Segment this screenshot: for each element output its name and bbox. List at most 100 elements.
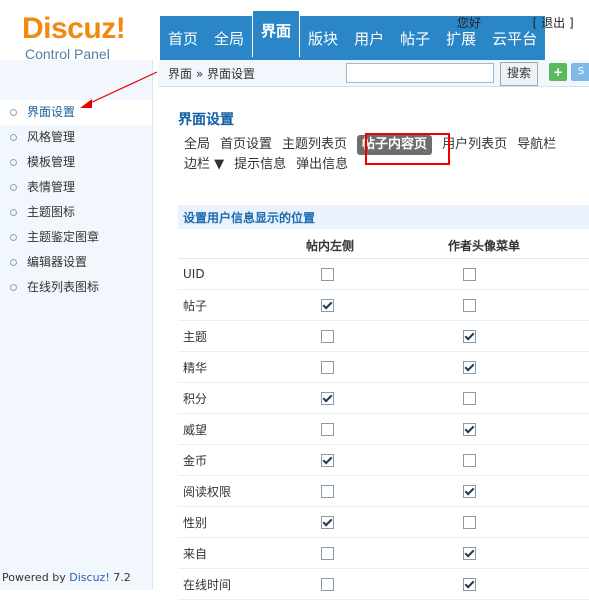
checkbox-left[interactable] [321, 516, 334, 529]
table-header-row: 帖内左侧 作者头像菜单 [178, 232, 589, 259]
checkbox-left[interactable] [321, 361, 334, 374]
nav-tab-4[interactable]: 用户 [346, 22, 392, 56]
row-label: 性别 [178, 506, 305, 538]
add-shortcut-button[interactable]: + [549, 63, 567, 81]
checkbox-menu[interactable] [463, 392, 476, 405]
nav-tab-5[interactable]: 帖子 [392, 22, 438, 56]
sidebar-item-label: 表情管理 [27, 180, 76, 194]
cell-left [305, 289, 447, 321]
bullet-icon [10, 284, 17, 291]
cell-left [305, 258, 447, 290]
sidebar-item-4[interactable]: 主题图标 [0, 200, 152, 225]
cell-left [305, 568, 447, 600]
checkbox-left[interactable] [321, 268, 334, 281]
breadcrumb: 界面 » 界面设置 [168, 67, 255, 81]
options-table: 帖内左侧 作者头像菜单 UID 帖子 主题 精华 积分 威望 金币 阅读权限 性别 来自 在线时间 [178, 232, 589, 600]
checkbox-menu[interactable] [463, 268, 476, 281]
checkbox-menu[interactable] [463, 485, 476, 498]
sidebar-item-1[interactable]: 风格管理 [0, 125, 152, 150]
table-row: 金币 [178, 444, 589, 476]
sidebar-item-label: 在线列表图标 [27, 280, 100, 294]
powered-by: Powered by Discuz! 7.2 [2, 571, 131, 584]
cell-menu [447, 475, 589, 507]
main-content: 界面设置 全局 首页设置 主题列表页 帖子内容页 用户列表页 导航栏边栏 ▼ 提示信息 弹出信… [158, 87, 589, 600]
logout-link[interactable]: [ 退出 ] [533, 16, 574, 30]
sidebar-item-2[interactable]: 模板管理 [0, 150, 152, 175]
checkbox-menu[interactable] [463, 516, 476, 529]
sidebar-item-5[interactable]: 主题鉴定图章 [0, 225, 152, 250]
checkbox-menu[interactable] [463, 330, 476, 343]
checkbox-menu[interactable] [463, 578, 476, 591]
cell-left [305, 475, 447, 507]
subnav-item-4[interactable]: 用户列表页 [442, 135, 507, 155]
subnav-item-8[interactable]: 弹出信息 [296, 155, 348, 175]
sidebar-item-3[interactable]: 表情管理 [0, 175, 152, 200]
subnav-item-7[interactable]: 提示信息 [234, 155, 286, 175]
checkbox-left[interactable] [321, 330, 334, 343]
section-title: 设置用户信息显示的位置 [183, 211, 316, 225]
checkbox-left[interactable] [321, 423, 334, 436]
cell-left [305, 382, 447, 414]
nav-tab-2[interactable]: 界面 [252, 10, 301, 57]
nav-tab-0[interactable]: 首页 [160, 22, 206, 56]
cell-menu [447, 320, 589, 352]
table-row: 来自 [178, 537, 589, 569]
table-row: 性别 [178, 506, 589, 538]
header: Discuz! Control Panel 首页 全局 界面 版块 用户 帖子 扩展 云平台 … [0, 0, 589, 62]
checkbox-menu[interactable] [463, 547, 476, 560]
logo-brand: Discuz! [22, 12, 126, 45]
checkbox-left[interactable] [321, 454, 334, 467]
search-input[interactable] [346, 63, 494, 83]
subnav-item-0[interactable]: 全局 [184, 135, 210, 155]
row-label: 威望 [178, 413, 305, 445]
sidebar-item-label: 界面设置 [27, 105, 76, 119]
checkbox-menu[interactable] [463, 361, 476, 374]
nav-tab-1[interactable]: 全局 [206, 22, 252, 56]
cell-menu [447, 506, 589, 538]
cell-left [305, 413, 447, 445]
subnav-item-6[interactable]: 边栏 ▼ [184, 155, 224, 175]
subnav-item-2[interactable]: 主题列表页 [282, 135, 347, 155]
sidebar-item-0[interactable]: 界面设置 [0, 100, 152, 125]
row-label: 主题 [178, 320, 305, 352]
row-label: 阅读权限 [178, 475, 305, 507]
row-label: 来自 [178, 537, 305, 569]
checkbox-left[interactable] [321, 299, 334, 312]
sidebar-item-label: 模板管理 [27, 155, 76, 169]
checkbox-left[interactable] [321, 485, 334, 498]
powered-version: 7.2 [109, 571, 131, 584]
sidebar-item-7[interactable]: 在线列表图标 [0, 275, 152, 300]
cell-menu [447, 537, 589, 569]
sidebar-item-label: 风格管理 [27, 130, 76, 144]
sidebar-item-6[interactable]: 编辑器设置 [0, 250, 152, 275]
table-row: 帖子 [178, 289, 589, 321]
bullet-icon [10, 259, 17, 266]
cell-left [305, 444, 447, 476]
column-header-menu: 作者头像菜单 [447, 232, 589, 259]
cell-menu [447, 568, 589, 600]
sidebar: 界面设置风格管理模板管理表情管理主题图标 主题鉴定图章编辑器设置在线列表图标 Po… [0, 60, 153, 590]
cell-menu [447, 351, 589, 383]
checkbox-left[interactable] [321, 547, 334, 560]
bullet-icon [10, 234, 17, 241]
checkbox-menu[interactable] [463, 299, 476, 312]
column-header-left: 帖内左侧 [305, 232, 447, 259]
table-row: UID [178, 258, 589, 290]
row-label: 精华 [178, 351, 305, 383]
subnav-item-1[interactable]: 首页设置 [220, 135, 272, 155]
sidebar-item-label: 编辑器设置 [27, 255, 88, 269]
nav-tab-3[interactable]: 版块 [300, 22, 346, 56]
checkbox-menu[interactable] [463, 454, 476, 467]
search-button[interactable]: 搜索 [500, 62, 538, 86]
row-label: 在线时间 [178, 568, 305, 600]
checkbox-left[interactable] [321, 578, 334, 591]
cell-menu [447, 289, 589, 321]
cell-menu [447, 382, 589, 414]
checkbox-menu[interactable] [463, 423, 476, 436]
powered-brand-link[interactable]: Discuz! [69, 571, 109, 584]
table-row: 阅读权限 [178, 475, 589, 507]
checkbox-left[interactable] [321, 392, 334, 405]
subnav-item-5[interactable]: 导航栏 [517, 135, 556, 155]
cell-menu [447, 258, 589, 290]
more-button[interactable]: S [571, 63, 589, 81]
